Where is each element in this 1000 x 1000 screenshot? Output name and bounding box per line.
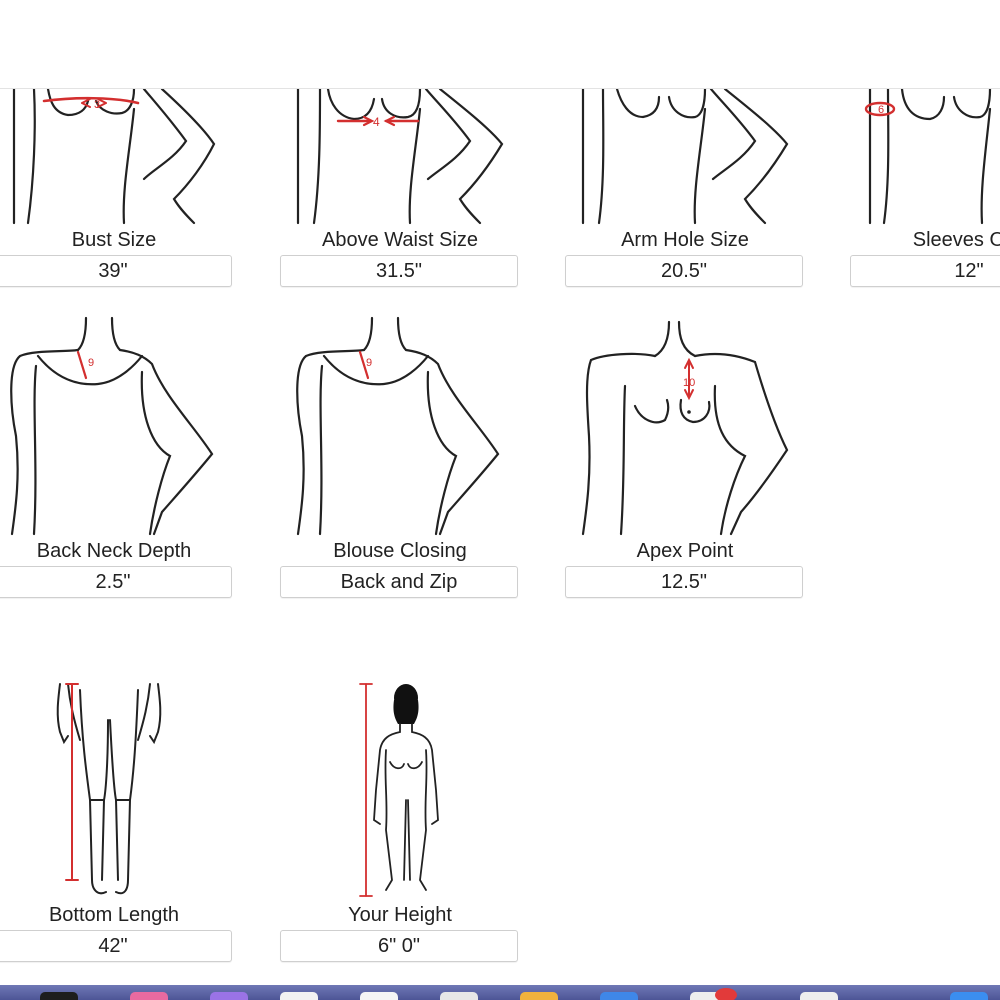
sleeves-opening-figure: 6 bbox=[850, 89, 1000, 225]
app-icon[interactable] bbox=[800, 992, 838, 1000]
back-neck-depth-label: Back Neck Depth bbox=[36, 540, 192, 562]
bust-size-label: Bust Size bbox=[71, 229, 157, 251]
app-icon[interactable] bbox=[360, 992, 398, 1000]
measurement-card-sleeves-opening: 6 Sleeves Ope 12" bbox=[850, 89, 1000, 289]
app-icon[interactable] bbox=[440, 992, 478, 1000]
app-icon[interactable] bbox=[520, 992, 558, 1000]
bottom-length-figure bbox=[0, 680, 234, 900]
app-icon[interactable] bbox=[130, 992, 168, 1000]
measurement-card-bottom-length: Bottom Length 42" bbox=[0, 680, 234, 970]
bottom-length-label: Bottom Length bbox=[48, 904, 180, 926]
back-neck-depth-figure: 9 bbox=[0, 316, 234, 536]
sleeves-opening-value[interactable]: 12" bbox=[850, 255, 1000, 287]
blouse-closing-figure: 9 bbox=[280, 316, 520, 536]
arm-hole-size-value[interactable]: 20.5" bbox=[565, 255, 803, 287]
app-icon[interactable] bbox=[600, 992, 638, 1000]
measurement-card-blouse-closing: 9 Blouse Closing Back and Zip bbox=[280, 316, 520, 606]
macos-dock bbox=[0, 985, 1000, 1000]
apex-point-figure: 10 bbox=[565, 316, 805, 536]
apex-point-value[interactable]: 12.5" bbox=[565, 566, 803, 598]
app-icon[interactable] bbox=[280, 992, 318, 1000]
bust-size-figure: 3 bbox=[0, 89, 234, 225]
above-waist-size-value[interactable]: 31.5" bbox=[280, 255, 518, 287]
your-height-label: Your Height bbox=[348, 904, 452, 926]
blouse-closing-label: Blouse Closing bbox=[333, 540, 467, 562]
sleeves-opening-marker: 6 bbox=[878, 104, 884, 116]
your-height-figure bbox=[280, 680, 520, 900]
apex-point-label: Apex Point bbox=[636, 540, 734, 562]
above-waist-size-marker: 4 bbox=[373, 115, 380, 129]
measurement-card-bust-size: 3 Bust Size 39" bbox=[0, 89, 234, 289]
back-neck-depth-value[interactable]: 2.5" bbox=[0, 566, 232, 598]
measurement-card-above-waist-size: 4 Above Waist Size 31.5" bbox=[280, 89, 520, 289]
above-waist-size-label: Above Waist Size bbox=[322, 229, 478, 251]
app-icon[interactable] bbox=[950, 992, 988, 1000]
your-height-value[interactable]: 6" 0" bbox=[280, 930, 518, 962]
notification-badge-icon bbox=[715, 988, 737, 1000]
above-waist-size-figure: 4 bbox=[280, 89, 520, 225]
blouse-closing-value[interactable]: Back and Zip bbox=[280, 566, 518, 598]
back-neck-depth-marker: 9 bbox=[88, 357, 94, 369]
measurement-card-back-neck-depth: 9 Back Neck Depth 2.5" bbox=[0, 316, 234, 606]
bust-size-marker: 3 bbox=[94, 99, 100, 111]
finder-icon[interactable] bbox=[40, 992, 78, 1000]
arm-hole-size-figure bbox=[565, 89, 805, 225]
bottom-length-value[interactable]: 42" bbox=[0, 930, 232, 962]
apex-point-marker: 10 bbox=[683, 377, 695, 389]
measurement-card-your-height: Your Height 6" 0" bbox=[280, 680, 520, 970]
sleeves-opening-label: Sleeves Ope bbox=[912, 229, 1000, 251]
blouse-closing-marker: 9 bbox=[366, 357, 372, 369]
measurement-card-apex-point: 10 Apex Point 12.5" bbox=[565, 316, 805, 606]
measurement-card-arm-hole-size: Arm Hole Size 20.5" bbox=[565, 89, 805, 289]
bust-size-value[interactable]: 39" bbox=[0, 255, 232, 287]
arm-hole-size-label: Arm Hole Size bbox=[621, 229, 749, 251]
app-icon[interactable] bbox=[210, 992, 248, 1000]
